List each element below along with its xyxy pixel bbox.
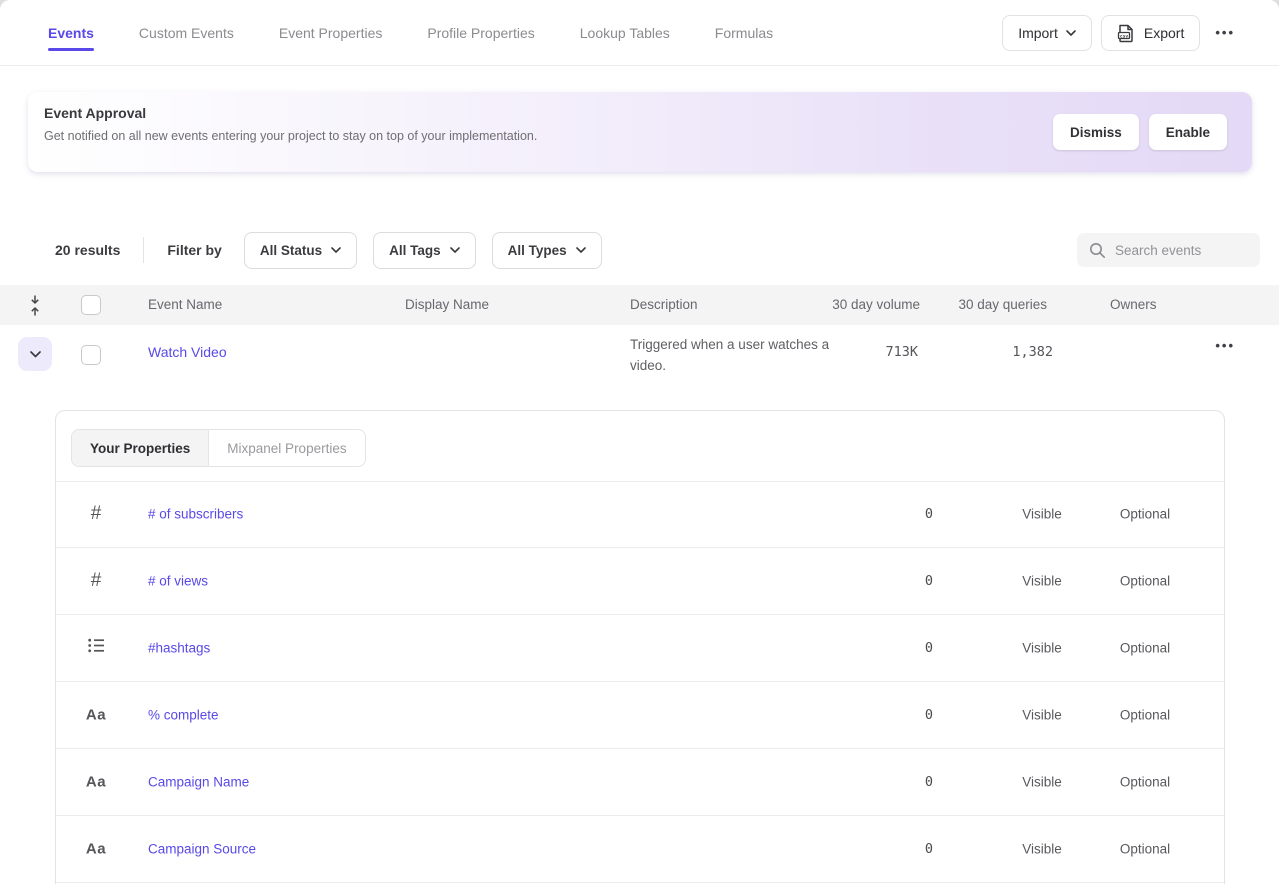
nav-more-icon[interactable]: ••• [1209,25,1241,40]
property-name-link[interactable]: % complete [148,708,219,723]
status-filter-label: All Status [260,243,322,258]
chevron-down-icon [30,351,41,358]
tab-lookup-tables[interactable]: Lookup Tables [580,3,670,63]
tab-mixpanel-properties[interactable]: Mixpanel Properties [209,430,364,466]
col-display-name: Display Name [405,297,489,312]
row-more-icon[interactable]: ••• [1209,338,1241,353]
banner-description: Get notified on all new events entering … [44,129,537,143]
tags-filter-label: All Tags [389,243,441,258]
property-visibility[interactable]: Visible [1022,507,1062,522]
select-all-checkbox[interactable] [81,295,101,315]
chevron-down-icon [331,247,341,253]
event-description: Triggered when a user watches a video. [630,334,840,376]
property-visibility[interactable]: Visible [1022,708,1062,723]
event-30-day-volume: 713K [885,344,918,360]
property-requirement[interactable]: Optional [1120,775,1170,790]
col-30-day-queries: 30 day queries [958,297,1047,312]
event-name-link[interactable]: Watch Video [148,344,227,360]
property-requirement[interactable]: Optional [1120,842,1170,857]
banner-title: Event Approval [44,105,146,121]
enable-button[interactable]: Enable [1149,114,1227,150]
chevron-down-icon [1066,30,1076,36]
property-row: Aa % complete 0 Visible Optional [56,682,1224,749]
select-row-checkbox[interactable] [81,345,101,365]
filter-bar: 20 results Filter by All Status All Tags… [55,231,618,269]
property-visibility[interactable]: Visible [1022,842,1062,857]
import-button[interactable]: Import [1002,15,1092,51]
nav-tabs: Events Custom Events Event Properties Pr… [0,3,773,63]
property-visibility[interactable]: Visible [1022,574,1062,589]
divider [143,237,144,263]
filter-by-label: Filter by [167,242,221,258]
types-filter-label: All Types [508,243,567,258]
export-button-label: Export [1144,25,1184,41]
collapse-all-icon[interactable] [28,294,42,322]
col-30-day-volume: 30 day volume [832,297,920,312]
event-properties-panel: Your Properties Mixpanel Properties # # … [55,410,1225,884]
search-icon [1089,242,1106,259]
col-event-name: Event Name [148,297,222,312]
event-30-day-queries: 1,382 [1012,344,1053,360]
banner-actions: Dismiss Enable [1053,114,1227,150]
nav-actions: Import csv Export ••• [1002,15,1241,51]
tab-your-properties[interactable]: Your Properties [72,430,209,466]
chevron-down-icon [576,247,586,253]
property-row: # # of views 0 Visible Optional [56,548,1224,615]
tags-filter-dropdown[interactable]: All Tags [373,232,476,269]
property-value: 0 [925,707,933,723]
import-button-label: Import [1018,25,1058,41]
event-approval-banner: Event Approval Get notified on all new e… [28,92,1252,172]
lexicon-events-page: Events Custom Events Event Properties Pr… [0,0,1279,884]
property-value: 0 [925,774,933,790]
tab-custom-events[interactable]: Custom Events [139,3,234,63]
tab-events[interactable]: Events [48,3,94,63]
text-icon: Aa [84,707,108,724]
collapse-row-button[interactable] [18,337,52,371]
property-value: 0 [925,640,933,656]
property-row: Aa Campaign Name 0 Visible Optional [56,749,1224,816]
list-icon [84,638,108,658]
property-value: 0 [925,841,933,857]
hash-icon: # [84,570,108,592]
hash-icon: # [84,503,108,525]
col-description: Description [630,297,698,312]
export-button[interactable]: csv Export [1101,15,1200,51]
property-visibility[interactable]: Visible [1022,641,1062,656]
property-row: #hashtags 0 Visible Optional [56,615,1224,682]
dismiss-button[interactable]: Dismiss [1053,114,1139,150]
col-owners: Owners [1110,297,1157,312]
tab-event-properties[interactable]: Event Properties [279,3,383,63]
text-icon: Aa [84,841,108,858]
property-row: Aa Campaign Source 0 Visible Optional [56,816,1224,883]
search-events-input[interactable] [1115,243,1245,258]
property-value: 0 [925,573,933,589]
property-requirement[interactable]: Optional [1120,507,1170,522]
text-icon: Aa [84,774,108,791]
tab-formulas[interactable]: Formulas [715,3,773,63]
property-visibility[interactable]: Visible [1022,775,1062,790]
tab-profile-properties[interactable]: Profile Properties [427,3,534,63]
property-row: # # of subscribers 0 Visible Optional [56,481,1224,548]
types-filter-dropdown[interactable]: All Types [492,232,602,269]
property-name-link[interactable]: # of subscribers [148,507,243,522]
property-list: # # of subscribers 0 Visible Optional # … [56,481,1224,883]
property-value: 0 [925,506,933,522]
csv-file-icon: csv [1117,23,1136,43]
search-events-box [1077,233,1260,267]
property-name-link[interactable]: #hashtags [148,641,210,656]
properties-tabs: Your Properties Mixpanel Properties [71,429,366,467]
property-requirement[interactable]: Optional [1120,641,1170,656]
property-name-link[interactable]: Campaign Name [148,775,249,790]
chevron-down-icon [450,247,460,253]
results-count: 20 results [55,242,120,258]
svg-text:csv: csv [1120,34,1129,39]
event-row-watch-video: Watch Video Triggered when a user watche… [0,325,1279,385]
property-requirement[interactable]: Optional [1120,708,1170,723]
events-table-header: Event Name Display Name Description 30 d… [0,285,1279,325]
property-name-link[interactable]: Campaign Source [148,842,256,857]
property-requirement[interactable]: Optional [1120,574,1170,589]
property-name-link[interactable]: # of views [148,574,208,589]
top-nav: Events Custom Events Event Properties Pr… [0,0,1279,66]
status-filter-dropdown[interactable]: All Status [244,232,357,269]
